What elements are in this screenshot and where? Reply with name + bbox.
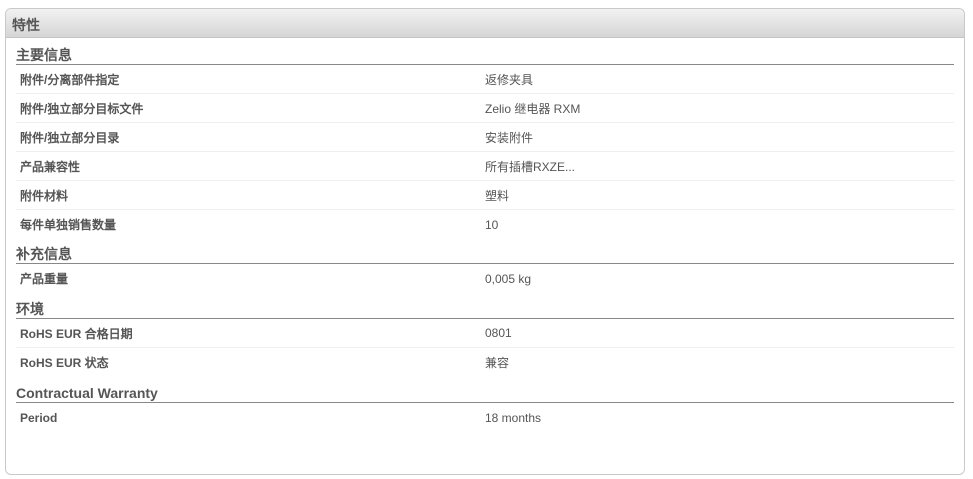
table-row: 产品重量 0,005 kg [16,264,954,293]
table-row: 产品兼容性 所有插槽RXZE... [16,152,954,181]
row-label: 附件/独立部分目标文件 [20,101,144,116]
row-value: 18 months [485,410,542,425]
row-label: 产品重量 [20,272,69,286]
row-label: 产品兼容性 [20,159,81,174]
table-row: 附件/独立部分目标文件 Zelio 继电器 RXM [16,94,954,123]
row-label: 附件材料 [20,188,69,203]
characteristics-panel: 特性 主要信息 附件/分离部件指定 返修夹具 附件/独立部分目标文件 Zelio… [5,8,965,475]
panel-title: 特性 [6,9,964,38]
section-title: Contractual Warranty [16,385,954,403]
row-value: Zelio 继电器 RXM [485,101,581,116]
section-environment: 环境 RoHS EUR 合格日期 0801 RoHS EUR 状态 兼容 [16,301,954,377]
section-contractual-warranty: Contractual Warranty Period 18 months [16,385,954,432]
section-title: 主要信息 [16,47,954,65]
table-row: Period 18 months [16,403,954,432]
table-row: 每件单独销售数量 10 [16,210,954,239]
section-main-info: 主要信息 附件/分离部件指定 返修夹具 附件/独立部分目标文件 Zelio 继电… [16,47,954,239]
table-row: RoHS EUR 状态 兼容 [16,348,954,377]
row-label: 附件/独立部分目录 [20,130,120,145]
row-value: 所有插槽RXZE... [485,159,576,174]
row-value: 10 [485,217,499,232]
row-label: RoHS EUR 合格日期 [20,326,133,341]
section-title: 环境 [16,301,954,319]
row-label: Period [20,410,58,425]
table-row: 附件材料 塑料 [16,181,954,210]
table-row: 附件/分离部件指定 返修夹具 [16,65,954,94]
table-row: 附件/独立部分目录 安装附件 [16,123,954,152]
row-label: RoHS EUR 状态 [20,356,109,370]
row-value: 兼容 [485,356,510,370]
row-value: 返修夹具 [485,72,534,87]
row-value: 塑料 [485,188,510,203]
section-supplementary-info: 补充信息 产品重量 0,005 kg [16,246,954,293]
row-value: 0,005 kg [485,271,532,286]
row-value: 安装附件 [485,130,534,145]
row-value: 0801 [485,326,512,340]
row-label: 每件单独销售数量 [20,218,117,232]
section-title: 补充信息 [16,246,954,264]
row-label: 附件/分离部件指定 [20,72,120,87]
table-row: RoHS EUR 合格日期 0801 [16,319,954,348]
